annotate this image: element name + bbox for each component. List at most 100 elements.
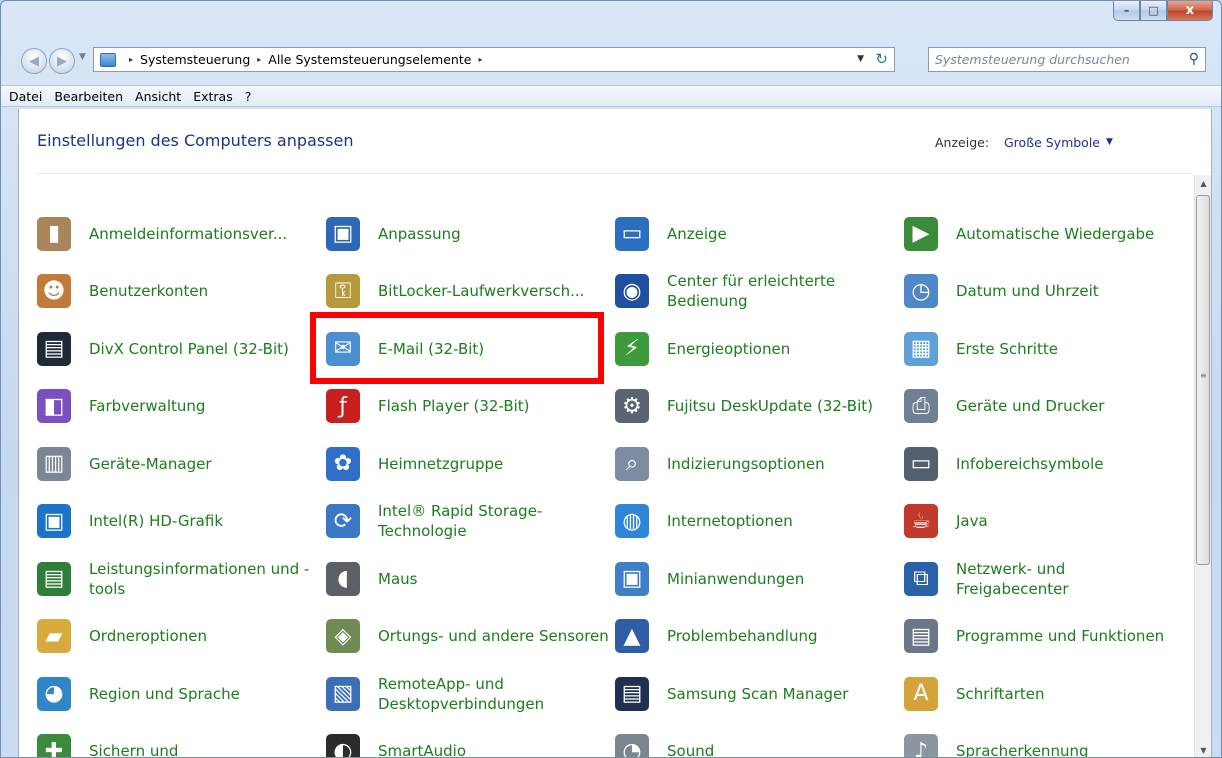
control-panel-item-label: Netzwerk- und Freigabecenter [956, 559, 1069, 598]
control-panel-item-label: Ortungs- und andere Sensoren [378, 627, 609, 646]
control-panel-item[interactable]: ▰ Ordneroptionen [37, 608, 326, 666]
forward-button[interactable]: ▶ [49, 48, 75, 74]
menu-datei[interactable]: Datei [5, 89, 50, 104]
control-panel-item[interactable]: ◔ Sound [615, 723, 904, 757]
address-row: ◀ ▶ ▼ ▸ Systemsteuerung ▸ Alle Systemste… [1, 42, 1221, 78]
desktop-personalize-icon: ▣ [326, 216, 360, 251]
control-panel-item[interactable]: ▭ Anzeige [615, 205, 904, 263]
control-panel-item[interactable]: ♪ Spracherkennung [904, 723, 1177, 758]
control-panel-item[interactable]: ▣ Anpassung [326, 205, 615, 263]
control-panel-item-label: SmartAudio [378, 742, 467, 758]
control-panel-item[interactable]: ☕ Java [904, 493, 1177, 551]
control-panel-item[interactable]: ▤ Programme und Funktionen [904, 608, 1177, 666]
address-bar[interactable]: ▸ Systemsteuerung ▸ Alle Systemsteuerung… [93, 47, 895, 72]
breadcrumb-systemsteuerung[interactable]: Systemsteuerung [140, 52, 250, 67]
breadcrumb-alle-elemente[interactable]: Alle Systemsteuerungselemente [268, 52, 471, 67]
control-panel-item[interactable]: ▤ Leistungsinformationen und -tools [37, 550, 326, 608]
view-label: Anzeige: [935, 135, 990, 150]
breadcrumb-separator[interactable]: ▸ [257, 55, 261, 64]
control-panel-item[interactable]: ◍ Internetoptionen [615, 493, 904, 551]
control-panel-item-label: Internetoptionen [667, 512, 793, 531]
mouse-icon: ◖ [326, 561, 360, 596]
control-panel-item[interactable]: ⚙ Fujitsu DeskUpdate (32-Bit) [615, 378, 904, 436]
address-dropdown-icon[interactable]: ▼ [857, 54, 864, 64]
arrow-left-icon: ◀ [29, 53, 39, 69]
back-button[interactable]: ◀ [21, 48, 47, 74]
control-panel-item[interactable]: ▦ Erste Schritte [904, 320, 1177, 378]
chevron-down-icon[interactable]: ▼ [1106, 137, 1113, 147]
control-panel-item[interactable]: ▤ Samsung Scan Manager [615, 665, 904, 723]
minimize-button[interactable]: – [1113, 1, 1140, 21]
menu-extras[interactable]: Extras [189, 89, 241, 104]
control-panel-item-label: Energieoptionen [667, 339, 791, 358]
vault-icon: ▮ [37, 216, 71, 251]
control-panel-item[interactable]: ◧ Farbverwaltung [37, 378, 326, 436]
control-panel-item-label: Samsung Scan Manager [667, 684, 849, 703]
control-panel-item[interactable]: ◉ Center für erleichterte Bedienung [615, 263, 904, 321]
control-panel-item[interactable]: ◖ Maus [326, 550, 615, 608]
view-mode-link[interactable]: Große Symbole [1004, 135, 1100, 150]
control-panel-item[interactable]: ☻ Benutzerkonten [37, 263, 326, 321]
search-icon[interactable]: ⚲ [1189, 51, 1199, 67]
getting-started-icon: ▦ [904, 331, 938, 366]
control-panel-item-label: Programme und Funktionen [956, 627, 1165, 646]
control-panel-item-label: Anzeige [667, 224, 727, 243]
grip-icon: ≡ [1200, 371, 1207, 380]
vertical-scrollbar[interactable]: ▲ ≡ ▼ [1194, 175, 1212, 757]
maximize-button[interactable]: □ [1140, 1, 1167, 21]
refresh-icon[interactable]: ↻ [875, 50, 888, 68]
control-panel-item[interactable]: ⎙ Geräte und Drucker [904, 378, 1177, 436]
flash-icon: ƒ [326, 389, 360, 424]
control-panel-item-label: Minianwendungen [667, 569, 805, 588]
control-panel-item[interactable]: ƒ Flash Player (32-Bit) [326, 378, 615, 436]
control-panel-item[interactable]: A Schriftarten [904, 665, 1177, 723]
control-panel-item[interactable]: ⧉ Netzwerk- und Freigabecenter [904, 550, 1177, 608]
control-panel-item-label: Erste Schritte [956, 339, 1058, 358]
menu-help[interactable]: ? [241, 89, 260, 104]
backup-icon: ✚ [37, 734, 71, 757]
close-button[interactable]: x [1167, 1, 1213, 21]
control-panel-item[interactable]: ▤ DivX Control Panel (32-Bit) [37, 320, 326, 378]
control-panel-item[interactable]: ◷ Datum und Uhrzeit [904, 263, 1177, 321]
recent-pages-dropdown[interactable]: ▼ [79, 52, 86, 62]
control-panel-item[interactable]: ⌕ Indizierungsoptionen [615, 435, 904, 493]
menu-ansicht[interactable]: Ansicht [131, 89, 189, 104]
control-panel-item-label: RemoteApp- und Desktopverbindungen [378, 674, 545, 713]
control-panel-item[interactable]: ▶ Automatische Wiedergabe [904, 205, 1177, 263]
troubleshooting-icon: ▲ [615, 619, 649, 654]
control-panel-item[interactable]: ✿ Heimnetzgruppe [326, 435, 615, 493]
control-panel-item[interactable]: ▥ Geräte-Manager [37, 435, 326, 493]
scroll-up-arrow-icon[interactable]: ▲ [1195, 175, 1212, 192]
search-placeholder: Systemsteuerung durchsuchen [935, 52, 1130, 67]
arrow-right-icon: ▶ [57, 53, 67, 69]
control-panel-item[interactable]: ▣ Intel(R) HD-Grafik [37, 493, 326, 551]
menu-bearbeiten[interactable]: Bearbeiten [50, 89, 131, 104]
control-panel-item-label: Geräte-Manager [89, 454, 212, 473]
control-panel-item[interactable]: ✚ Sichern und [37, 723, 326, 757]
color-management-icon: ◧ [37, 389, 71, 424]
control-panel-item[interactable]: ◐ SmartAudio [326, 723, 615, 758]
control-panel-item-label: Spracherkennung [956, 742, 1089, 758]
control-panel-window: – □ x ◀ ▶ ▼ ▸ Systemsteuerung ▸ Alle Sys… [0, 0, 1222, 758]
search-input[interactable]: Systemsteuerung durchsuchen ⚲ [928, 47, 1206, 72]
device-manager-icon: ▥ [37, 446, 71, 481]
remoteapp-icon: ▧ [326, 676, 360, 711]
scroll-down-arrow-icon[interactable]: ▼ [1195, 742, 1212, 757]
control-panel-item[interactable]: ⚡ Energieoptionen [615, 320, 904, 378]
control-panel-item[interactable]: ▧ RemoteApp- und Desktopverbindungen [326, 665, 615, 723]
control-panel-item-label: Geräte und Drucker [956, 397, 1105, 416]
scrollbar-thumb[interactable]: ≡ [1196, 195, 1210, 565]
control-panel-item-label: Java [956, 512, 988, 531]
control-panel-item[interactable]: ◕ Region und Sprache [37, 665, 326, 723]
control-panel-item[interactable]: ⟳ Intel® Rapid Storage-Technologie [326, 493, 615, 551]
control-panel-item[interactable]: ▭ Infobereichsymbole [904, 435, 1177, 493]
breadcrumb-separator[interactable]: ▸ [478, 55, 482, 64]
programs-icon: ▤ [904, 619, 938, 654]
control-panel-item[interactable]: ▣ Minianwendungen [615, 550, 904, 608]
control-panel-item[interactable]: ◈ Ortungs- und andere Sensoren [326, 608, 615, 666]
breadcrumb-separator[interactable]: ▸ [129, 55, 133, 64]
battery-icon: ⚡ [615, 331, 649, 366]
control-panel-item[interactable]: ▲ Problembehandlung [615, 608, 904, 666]
control-panel-item-label: BitLocker-Laufwerkversch... [378, 282, 585, 301]
control-panel-item[interactable]: ▮ Anmeldeinformationsver... [37, 205, 326, 263]
